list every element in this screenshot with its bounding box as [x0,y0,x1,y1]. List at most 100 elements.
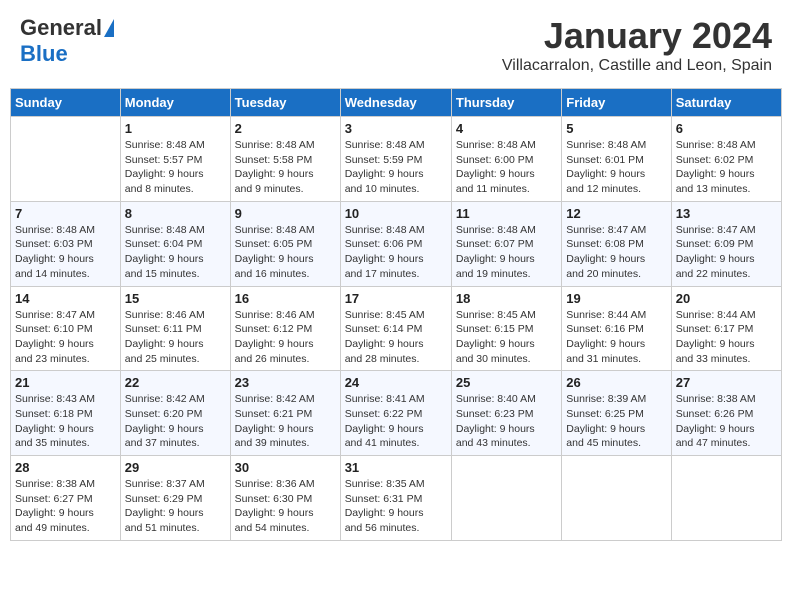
day-number: 1 [125,121,226,136]
day-number: 10 [345,206,447,221]
day-info: Sunrise: 8:43 AM Sunset: 6:18 PM Dayligh… [15,392,116,451]
day-number: 5 [566,121,666,136]
calendar-cell: 30 Sunrise: 8:36 AM Sunset: 6:30 PM Dayli… [230,456,340,541]
calendar-cell: 22 Sunrise: 8:42 AM Sunset: 6:20 PM Dayli… [120,371,230,456]
day-number: 17 [345,291,447,306]
calendar-cell: 20 Sunrise: 8:44 AM Sunset: 6:17 PM Dayli… [671,286,781,371]
day-info: Sunrise: 8:48 AM Sunset: 6:06 PM Dayligh… [345,223,447,282]
calendar-cell [451,456,561,541]
day-number: 11 [456,206,557,221]
calendar-cell: 11 Sunrise: 8:48 AM Sunset: 6:07 PM Dayli… [451,201,561,286]
day-info: Sunrise: 8:37 AM Sunset: 6:29 PM Dayligh… [125,477,226,536]
day-info: Sunrise: 8:38 AM Sunset: 6:26 PM Dayligh… [676,392,777,451]
day-info: Sunrise: 8:48 AM Sunset: 6:02 PM Dayligh… [676,138,777,197]
day-info: Sunrise: 8:45 AM Sunset: 6:15 PM Dayligh… [456,308,557,367]
month-year-title: January 2024 [502,15,772,57]
day-info: Sunrise: 8:47 AM Sunset: 6:10 PM Dayligh… [15,308,116,367]
calendar-cell: 5 Sunrise: 8:48 AM Sunset: 6:01 PM Daylig… [562,117,671,202]
day-number: 12 [566,206,666,221]
logo: General Blue [20,15,114,67]
day-number: 14 [15,291,116,306]
column-header-sunday: Sunday [11,89,121,117]
day-number: 22 [125,375,226,390]
calendar-cell [671,456,781,541]
day-number: 21 [15,375,116,390]
day-info: Sunrise: 8:35 AM Sunset: 6:31 PM Dayligh… [345,477,447,536]
day-info: Sunrise: 8:42 AM Sunset: 6:20 PM Dayligh… [125,392,226,451]
day-number: 2 [235,121,336,136]
calendar-cell: 9 Sunrise: 8:48 AM Sunset: 6:05 PM Daylig… [230,201,340,286]
day-info: Sunrise: 8:46 AM Sunset: 6:12 PM Dayligh… [235,308,336,367]
calendar-cell: 25Sunrise: 8:40 AM Sunset: 6:23 PM Dayli… [451,371,561,456]
day-number: 23 [235,375,336,390]
day-number: 8 [125,206,226,221]
day-info: Sunrise: 8:39 AM Sunset: 6:25 PM Dayligh… [566,392,666,451]
calendar-cell: 3 Sunrise: 8:48 AM Sunset: 5:59 PM Daylig… [340,117,451,202]
day-number: 4 [456,121,557,136]
day-number: 15 [125,291,226,306]
calendar-cell: 26 Sunrise: 8:39 AM Sunset: 6:25 PM Dayli… [562,371,671,456]
calendar-cell: 17 Sunrise: 8:45 AM Sunset: 6:14 PM Dayli… [340,286,451,371]
calendar-week-row: 21 Sunrise: 8:43 AM Sunset: 6:18 PM Dayli… [11,371,782,456]
day-number: 3 [345,121,447,136]
day-info: Sunrise: 8:48 AM Sunset: 6:05 PM Dayligh… [235,223,336,282]
calendar-cell [562,456,671,541]
calendar-cell: 7 Sunrise: 8:48 AM Sunset: 6:03 PM Daylig… [11,201,121,286]
day-info: Sunrise: 8:44 AM Sunset: 6:16 PM Dayligh… [566,308,666,367]
day-info: Sunrise: 8:41 AM Sunset: 6:22 PM Dayligh… [345,392,447,451]
day-number: 24 [345,375,447,390]
column-header-saturday: Saturday [671,89,781,117]
day-info: Sunrise: 8:47 AM Sunset: 6:09 PM Dayligh… [676,223,777,282]
calendar-header-row: SundayMondayTuesdayWednesdayThursdayFrid… [11,89,782,117]
calendar-cell: 12Sunrise: 8:47 AM Sunset: 6:08 PM Dayli… [562,201,671,286]
calendar-week-row: 1 Sunrise: 8:48 AM Sunset: 5:57 PM Daylig… [11,117,782,202]
day-number: 28 [15,460,116,475]
day-number: 18 [456,291,557,306]
day-info: Sunrise: 8:44 AM Sunset: 6:17 PM Dayligh… [676,308,777,367]
day-info: Sunrise: 8:48 AM Sunset: 6:03 PM Dayligh… [15,223,116,282]
logo-general: General [20,15,102,41]
calendar-cell: 31Sunrise: 8:35 AM Sunset: 6:31 PM Dayli… [340,456,451,541]
calendar-week-row: 7 Sunrise: 8:48 AM Sunset: 6:03 PM Daylig… [11,201,782,286]
day-number: 19 [566,291,666,306]
day-info: Sunrise: 8:38 AM Sunset: 6:27 PM Dayligh… [15,477,116,536]
day-info: Sunrise: 8:48 AM Sunset: 5:57 PM Dayligh… [125,138,226,197]
title-block: January 2024 Villacarralon, Castille and… [502,15,772,75]
day-info: Sunrise: 8:48 AM Sunset: 6:00 PM Dayligh… [456,138,557,197]
calendar-cell: 24 Sunrise: 8:41 AM Sunset: 6:22 PM Dayli… [340,371,451,456]
calendar-cell: 21 Sunrise: 8:43 AM Sunset: 6:18 PM Dayli… [11,371,121,456]
calendar-cell: 14 Sunrise: 8:47 AM Sunset: 6:10 PM Dayli… [11,286,121,371]
day-info: Sunrise: 8:45 AM Sunset: 6:14 PM Dayligh… [345,308,447,367]
page-header: General Blue January 2024 Villacarralon,… [10,10,782,80]
day-number: 30 [235,460,336,475]
day-number: 6 [676,121,777,136]
column-header-wednesday: Wednesday [340,89,451,117]
day-number: 25 [456,375,557,390]
calendar-week-row: 28 Sunrise: 8:38 AM Sunset: 6:27 PM Dayli… [11,456,782,541]
day-info: Sunrise: 8:48 AM Sunset: 6:07 PM Dayligh… [456,223,557,282]
day-info: Sunrise: 8:48 AM Sunset: 5:58 PM Dayligh… [235,138,336,197]
calendar-cell [11,117,121,202]
column-header-monday: Monday [120,89,230,117]
location-subtitle: Villacarralon, Castille and Leon, Spain [502,57,772,75]
day-number: 7 [15,206,116,221]
calendar-cell: 27Sunrise: 8:38 AM Sunset: 6:26 PM Dayli… [671,371,781,456]
day-number: 16 [235,291,336,306]
day-number: 9 [235,206,336,221]
calendar-cell: 8Sunrise: 8:48 AM Sunset: 6:04 PM Daylig… [120,201,230,286]
calendar-cell: 28 Sunrise: 8:38 AM Sunset: 6:27 PM Dayli… [11,456,121,541]
calendar-cell: 13Sunrise: 8:47 AM Sunset: 6:09 PM Dayli… [671,201,781,286]
calendar-cell: 4 Sunrise: 8:48 AM Sunset: 6:00 PM Daylig… [451,117,561,202]
calendar-week-row: 14 Sunrise: 8:47 AM Sunset: 6:10 PM Dayli… [11,286,782,371]
column-header-tuesday: Tuesday [230,89,340,117]
day-number: 29 [125,460,226,475]
day-info: Sunrise: 8:48 AM Sunset: 5:59 PM Dayligh… [345,138,447,197]
calendar-table: SundayMondayTuesdayWednesdayThursdayFrid… [10,88,782,541]
calendar-cell: 15 Sunrise: 8:46 AM Sunset: 6:11 PM Dayli… [120,286,230,371]
day-number: 20 [676,291,777,306]
day-info: Sunrise: 8:48 AM Sunset: 6:01 PM Dayligh… [566,138,666,197]
day-info: Sunrise: 8:36 AM Sunset: 6:30 PM Dayligh… [235,477,336,536]
day-number: 26 [566,375,666,390]
calendar-cell: 29 Sunrise: 8:37 AM Sunset: 6:29 PM Dayli… [120,456,230,541]
day-info: Sunrise: 8:46 AM Sunset: 6:11 PM Dayligh… [125,308,226,367]
